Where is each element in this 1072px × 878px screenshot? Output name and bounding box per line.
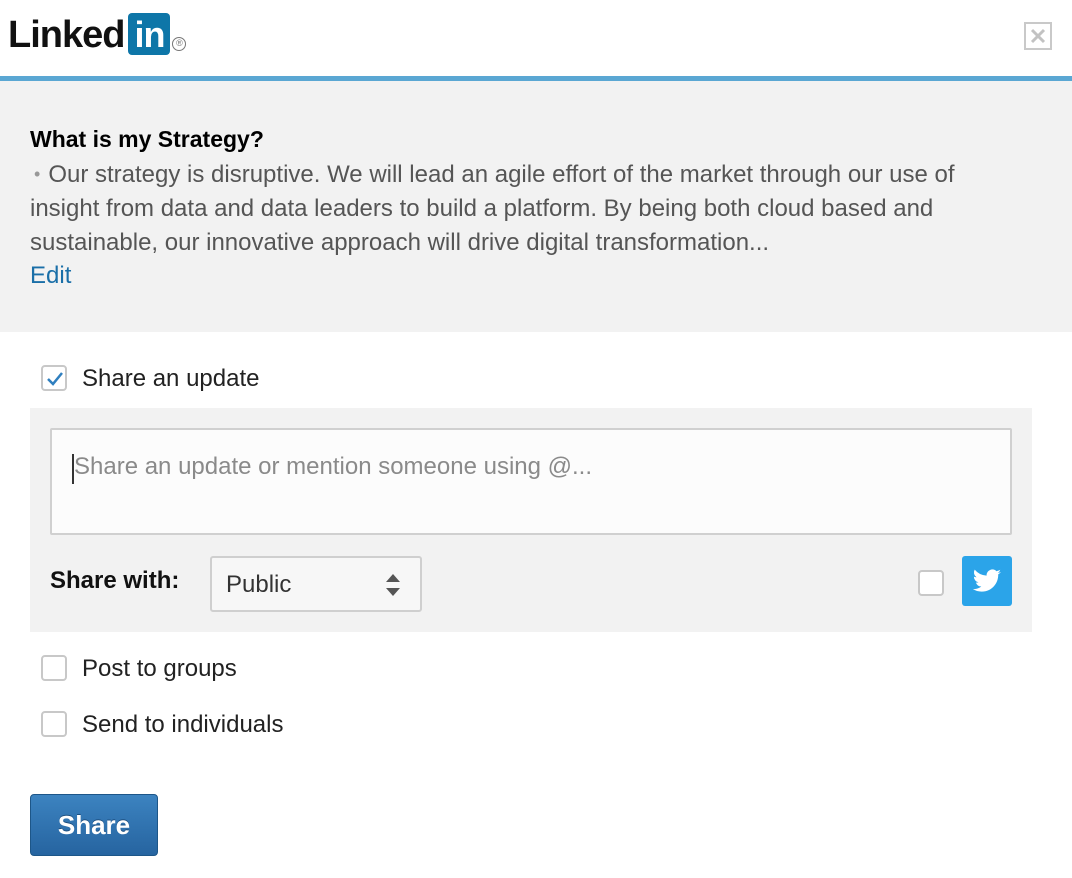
edit-link[interactable]: Edit <box>30 259 71 293</box>
twitter-share-checkbox[interactable] <box>918 570 944 596</box>
share-update-checkbox[interactable] <box>41 365 67 391</box>
send-to-individuals-checkbox[interactable] <box>41 711 67 737</box>
checkmark-icon <box>47 372 63 386</box>
update-text-input[interactable]: Share an update or mention someone using… <box>50 428 1012 535</box>
strategy-panel: What is my Strategy? • Our strategy is di… <box>0 81 1072 332</box>
post-to-groups-checkbox[interactable] <box>41 655 67 681</box>
update-placeholder: Share an update or mention someone using… <box>74 453 593 480</box>
share-with-label: Share with: <box>50 567 180 594</box>
close-button[interactable] <box>1024 22 1052 50</box>
share-update-label: Share an update <box>82 365 260 392</box>
strategy-description: • Our strategy is disruptive. We will lea… <box>30 157 1030 260</box>
visibility-select[interactable]: Public <box>210 556 422 612</box>
twitter-bird-icon <box>972 569 1001 592</box>
share-dialog: Linked in ® What is my Strategy? • Our st… <box>0 0 1072 878</box>
share-button[interactable]: Share <box>30 794 158 856</box>
logo-in-box: in <box>128 13 171 55</box>
post-to-groups-label: Post to groups <box>82 655 237 682</box>
logo-wordmark: Linked <box>8 14 125 56</box>
strategy-title: What is my Strategy? <box>30 126 264 152</box>
sort-arrows-icon <box>386 574 400 596</box>
dialog-header: Linked in ® <box>0 0 1072 76</box>
send-to-individuals-label: Send to individuals <box>82 711 284 738</box>
share-update-panel: Share an update or mention someone using… <box>30 408 1032 632</box>
linkedin-logo: Linked in ® <box>8 13 187 57</box>
visibility-value: Public <box>226 571 292 598</box>
twitter-button[interactable] <box>962 556 1012 606</box>
strategy-text: Our strategy is disruptive. We will lead… <box>30 161 955 256</box>
close-icon <box>1030 28 1046 44</box>
bullet-glyph: • <box>34 164 41 184</box>
registered-mark: ® <box>172 37 187 51</box>
